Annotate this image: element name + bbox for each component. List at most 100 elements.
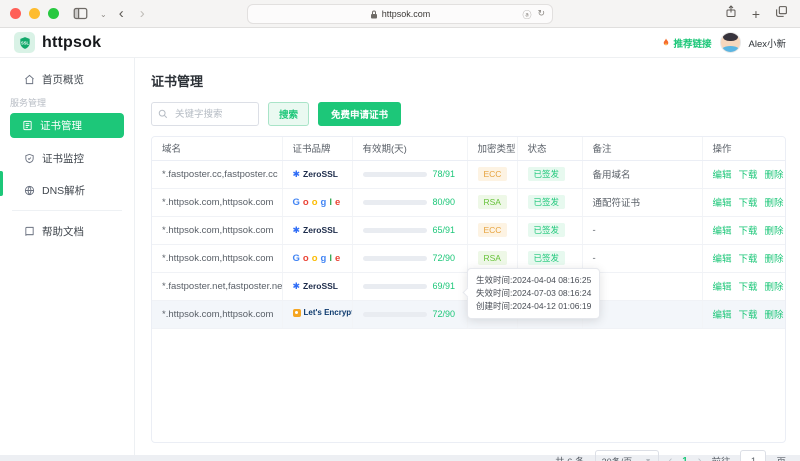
- sidebar-item-label: DNS解析: [42, 183, 85, 198]
- sidebar-item-certificate[interactable]: 证书管理: [10, 113, 124, 138]
- delete-link[interactable]: 删除: [765, 254, 784, 265]
- current-page[interactable]: 1: [682, 456, 688, 461]
- brand[interactable]: SSL httpsok: [14, 32, 101, 53]
- edit-link[interactable]: 编辑: [713, 226, 732, 237]
- actions-cell: 编辑下载删除: [702, 188, 785, 216]
- tooltip-line: 失效时间:2024-07-03 08:16:24: [476, 287, 591, 300]
- delete-link[interactable]: 删除: [765, 198, 784, 209]
- validity-cell: 72/90: [352, 244, 467, 272]
- url-text: httpsok.com: [382, 9, 431, 19]
- search-box: [151, 102, 259, 126]
- avatar[interactable]: [720, 32, 741, 53]
- delete-link[interactable]: 删除: [765, 226, 784, 237]
- tab-overview-icon[interactable]: [775, 5, 788, 23]
- domain-cell: *.fastposter.cc,fastposter.cc: [152, 160, 282, 188]
- sidebar-item-globe[interactable]: DNS解析: [0, 178, 134, 202]
- username[interactable]: Alex小新: [749, 36, 786, 50]
- brand-cell: Google: [282, 244, 352, 272]
- encryption-type-badge: ECC: [478, 167, 508, 182]
- certificate-icon: [22, 120, 33, 131]
- actions-cell: 编辑下载删除: [702, 272, 785, 300]
- domain-cell: *.httpsok.com,httpsok.com: [152, 300, 282, 328]
- sidebar-item-shield[interactable]: 证书监控: [0, 146, 134, 170]
- back-button[interactable]: ‹: [119, 6, 124, 21]
- chevron-down-icon[interactable]: ⌄: [100, 10, 107, 19]
- remark-cell: -: [582, 244, 702, 272]
- column-header: 备注: [582, 137, 702, 160]
- type-cell: ECC: [467, 160, 517, 188]
- edit-link[interactable]: 编辑: [713, 254, 732, 265]
- forward-button[interactable]: ›: [140, 6, 145, 21]
- edit-link[interactable]: 编辑: [713, 198, 732, 209]
- actions-cell: 编辑下载删除: [702, 160, 785, 188]
- goto-page-input[interactable]: [740, 450, 766, 461]
- new-tab-button[interactable]: +: [752, 6, 760, 22]
- status-badge: 已签发: [528, 251, 566, 266]
- translate-icon[interactable]: ⓐ: [522, 8, 531, 21]
- delete-link[interactable]: 删除: [765, 282, 784, 293]
- promo-link[interactable]: 推荐链接: [661, 36, 712, 50]
- validity-cell: 65/91: [352, 216, 467, 244]
- home-icon: [24, 74, 35, 85]
- validity-progress-bar: [363, 200, 427, 205]
- remark-cell: 备用域名: [582, 160, 702, 188]
- tooltip-line: 生效时间:2024-04-04 08:16:25: [476, 274, 591, 287]
- chevron-down-icon: ▼: [645, 458, 652, 461]
- delete-link[interactable]: 删除: [765, 170, 784, 181]
- svg-text:SSL: SSL: [21, 40, 29, 45]
- brand-google: Google: [293, 253, 341, 264]
- apply-cert-button[interactable]: 免费申请证书: [318, 102, 401, 126]
- validity-progress-bar: [363, 284, 427, 289]
- actions-cell: 编辑下载删除: [702, 300, 785, 328]
- status-badge: 已签发: [528, 223, 566, 238]
- sidebar-item-home[interactable]: 首页概览: [0, 67, 134, 91]
- edit-link[interactable]: 编辑: [713, 310, 732, 321]
- zoom-window-button[interactable]: [48, 8, 59, 19]
- sidebar-toggle-icon[interactable]: [73, 7, 88, 20]
- download-link[interactable]: 下载: [739, 282, 758, 293]
- table-row: *.httpsok.com,httpsok.com✱ZeroSSL65/91EC…: [152, 216, 785, 244]
- browser-toolbar: ⌄ ‹ › httpsok.com ⓐ ↻ +: [0, 0, 800, 28]
- screen: ⌄ ‹ › httpsok.com ⓐ ↻ +: [0, 0, 800, 461]
- edit-link[interactable]: 编辑: [713, 282, 732, 293]
- zerossl-star-icon: ✱: [293, 226, 301, 235]
- promo-label: 推荐链接: [674, 36, 712, 50]
- sidebar: 首页概览服务管理证书管理证书监控DNS解析帮助文档: [0, 58, 135, 455]
- reload-icon[interactable]: ↻: [537, 8, 545, 21]
- brand-zerossl: ✱ZeroSSL: [293, 225, 339, 235]
- next-page-button[interactable]: ›: [698, 455, 702, 461]
- sidebar-item-label: 证书监控: [42, 151, 84, 166]
- delete-link[interactable]: 删除: [765, 310, 784, 321]
- search-button[interactable]: 搜索: [268, 102, 309, 126]
- download-link[interactable]: 下载: [739, 254, 758, 265]
- address-bar[interactable]: httpsok.com ⓐ ↻: [247, 4, 553, 24]
- brand-name: httpsok: [42, 34, 101, 52]
- edit-link[interactable]: 编辑: [713, 170, 732, 181]
- brand-zerossl: ✱ZeroSSL: [293, 281, 339, 291]
- close-window-button[interactable]: [10, 8, 21, 19]
- brand-cell: ✱ZeroSSL: [282, 216, 352, 244]
- validity-progress-bar: [363, 256, 427, 261]
- brand-zerossl: ✱ZeroSSL: [293, 169, 339, 179]
- column-header: 域名: [152, 137, 282, 160]
- validity-value: 72/90: [433, 253, 456, 263]
- actions-cell: 编辑下载删除: [702, 244, 785, 272]
- download-link[interactable]: 下载: [739, 310, 758, 321]
- status-cell: 已签发: [517, 216, 582, 244]
- download-link[interactable]: 下载: [739, 170, 758, 181]
- page-size-select[interactable]: 20条/页 ▼: [595, 450, 659, 461]
- page-title: 证书管理: [151, 71, 786, 90]
- sidebar-item-label: 帮助文档: [42, 224, 84, 239]
- page-unit-label: 页: [776, 454, 786, 461]
- download-link[interactable]: 下载: [739, 198, 758, 209]
- column-header: 操作: [702, 137, 785, 160]
- search-icon: [158, 109, 168, 119]
- share-icon[interactable]: [725, 5, 737, 23]
- sidebar-item-book[interactable]: 帮助文档: [0, 219, 134, 243]
- minimize-window-button[interactable]: [29, 8, 40, 19]
- validity-progress-bar: [363, 172, 427, 177]
- download-link[interactable]: 下载: [739, 226, 758, 237]
- prev-page-button[interactable]: ‹: [669, 455, 673, 461]
- column-header: 加密类型: [467, 137, 517, 160]
- type-cell: RSA: [467, 188, 517, 216]
